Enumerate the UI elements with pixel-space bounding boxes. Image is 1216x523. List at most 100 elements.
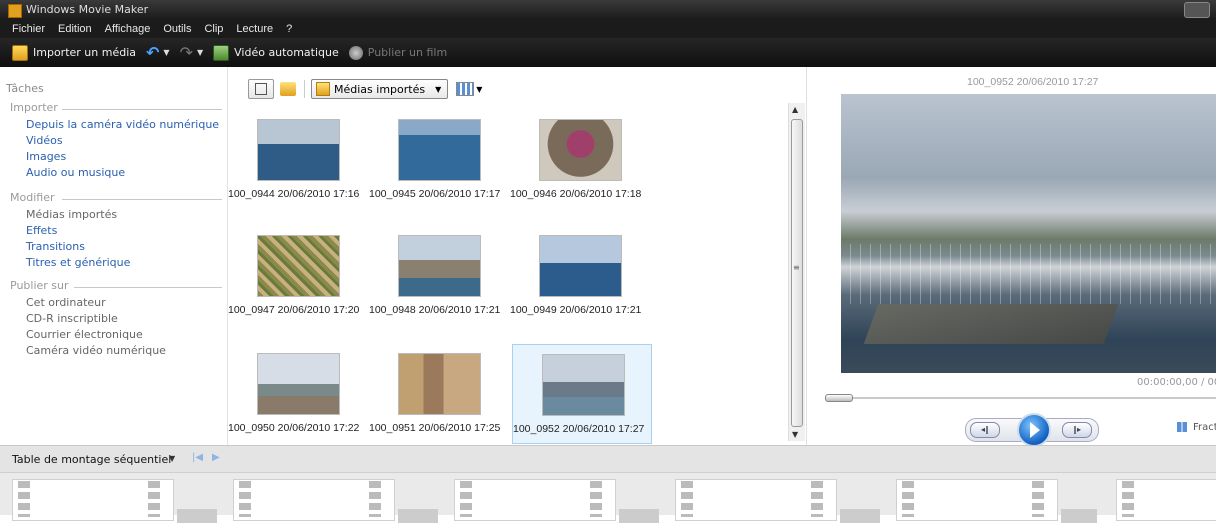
menu-bar: Fichier Edition Affichage Outils Clip Le… [0, 20, 1216, 38]
menu-fichier[interactable]: Fichier [12, 23, 45, 35]
playback-controls: ◂‖ ‖▸ [965, 413, 1099, 447]
storyboard-slot[interactable] [454, 479, 659, 523]
transition-slot[interactable] [177, 509, 217, 523]
auto-movie-button[interactable]: Vidéo automatique [213, 44, 339, 61]
storyboard-slot[interactable] [233, 479, 438, 523]
publish-movie-button[interactable]: Publier un film [348, 45, 448, 60]
clip-thumbnail [539, 119, 622, 181]
main-toolbar: Importer un média ↶ ▼ ↷ ▼ Vidéo automati… [0, 38, 1216, 67]
scroll-grip-icon: ≡ [793, 263, 800, 272]
clip-item[interactable]: 100_0948 20/06/2010 17:21 [369, 226, 509, 326]
menu-edition[interactable]: Edition [58, 23, 92, 35]
clip-thumbnail [542, 354, 625, 416]
view-mode-icon[interactable] [456, 82, 475, 96]
chevron-down-icon: ▼ [435, 84, 442, 94]
seek-knob[interactable] [825, 394, 853, 402]
window-button[interactable] [1184, 2, 1210, 18]
clip-item[interactable]: 100_0946 20/06/2010 17:18 [510, 110, 650, 210]
storyboard [0, 473, 1216, 523]
menu-lecture[interactable]: Lecture [236, 23, 273, 35]
seek-bar[interactable] [825, 394, 1216, 402]
task-publish-email[interactable]: Courrier électronique [10, 327, 222, 343]
window-title: Windows Movie Maker [26, 3, 149, 16]
split-label: Fract [1193, 422, 1216, 433]
task-publish-cdr[interactable]: CD-R inscriptible [10, 311, 222, 327]
scroll-down-icon[interactable]: ▼ [792, 430, 798, 439]
undo-icon[interactable]: ↶ [146, 43, 159, 62]
task-import-camera[interactable]: Depuis la caméra vidéo numérique [10, 117, 222, 133]
redo-dropdown-icon[interactable]: ▼ [197, 48, 203, 57]
storyboard-slot[interactable] [896, 479, 1097, 523]
storyboard-bar: Table de montage séquentiel ▼ |◀ ▶ [0, 445, 1216, 473]
undo-dropdown-icon[interactable]: ▼ [163, 48, 169, 57]
tasks-title: Tâches [6, 82, 44, 95]
import-media-button[interactable]: Importer un média [12, 44, 136, 61]
auto-movie-icon [213, 44, 230, 61]
import-media-label: Importer un média [33, 46, 136, 59]
menu-help[interactable]: ? [286, 23, 292, 35]
task-import-images[interactable]: Images [10, 149, 222, 165]
task-effects[interactable]: Effets [10, 223, 222, 239]
storyboard-slot[interactable] [675, 479, 880, 523]
play-storyboard-icon[interactable]: ▶ [212, 452, 220, 463]
storyboard-dropdown-icon[interactable]: ▼ [169, 454, 175, 463]
clip-item[interactable]: 100_0945 20/06/2010 17:17 [369, 110, 509, 210]
previous-frame-button[interactable]: ◂‖ [970, 422, 1000, 438]
preview-image [841, 94, 1216, 373]
tasks-pane: Tâches Importer Depuis la caméra vidéo n… [0, 67, 228, 445]
split-button[interactable]: Fract [1177, 422, 1216, 433]
play-button[interactable] [1017, 413, 1051, 447]
view-mode-dropdown-icon[interactable]: ▼ [476, 85, 482, 94]
clip-label: 100_0944 20/06/2010 17:16 [228, 188, 360, 200]
transition-slot[interactable] [1061, 509, 1097, 523]
collections-folder-icon[interactable] [280, 82, 296, 96]
clip-item[interactable]: 100_0944 20/06/2010 17:16 [228, 110, 368, 210]
preview-title: 100_0952 20/06/2010 17:27 [967, 76, 1099, 88]
scroll-up-icon[interactable]: ▲ [792, 105, 798, 114]
publish-movie-label: Publier un film [367, 46, 448, 59]
storyboard-slot[interactable] [12, 479, 217, 523]
task-transitions[interactable]: Transitions [10, 239, 222, 255]
storyboard-slot[interactable] [1116, 479, 1216, 521]
preview-monitor: 100_0952 20/06/2010 17:27 00:00:00,00 / … [806, 67, 1216, 447]
auto-movie-label: Vidéo automatique [234, 46, 339, 59]
clip-thumbnail [257, 119, 340, 181]
menu-outils[interactable]: Outils [163, 23, 191, 35]
collection-select[interactable]: Médias importés ▼ [311, 79, 449, 99]
menu-affichage[interactable]: Affichage [105, 23, 151, 35]
transition-slot[interactable] [619, 509, 659, 523]
clip-thumbnail [398, 119, 481, 181]
edit-group: Modifier Médias importés Effets Transiti… [10, 191, 222, 271]
split-icon [1177, 422, 1187, 432]
clip-label: 100_0946 20/06/2010 17:18 [510, 188, 642, 200]
task-imported-media[interactable]: Médias importés [10, 207, 222, 223]
transition-slot[interactable] [398, 509, 438, 523]
clip-thumbnail [539, 235, 622, 297]
storyboard-label[interactable]: Table de montage séquentiel [12, 453, 171, 466]
folder-icon [316, 82, 330, 96]
content-scrollbar[interactable]: ▲ ≡ ▼ [788, 103, 805, 441]
menu-clip[interactable]: Clip [204, 23, 223, 35]
clip-label: 100_0945 20/06/2010 17:17 [369, 188, 501, 200]
clip-item[interactable]: 100_0949 20/06/2010 17:21 [510, 226, 650, 326]
time-readout: 00:00:00,00 / 00:0 [1137, 377, 1216, 388]
transition-slot[interactable] [840, 509, 880, 523]
redo-icon[interactable]: ↷ [180, 43, 193, 62]
show-tasks-button[interactable] [248, 79, 274, 99]
next-frame-button[interactable]: ‖▸ [1062, 422, 1092, 438]
clip-item[interactable]: 100_0951 20/06/2010 17:25 [369, 344, 509, 444]
clip-item[interactable]: 100_0947 20/06/2010 17:20 [228, 226, 368, 326]
clip-item-selected[interactable]: 100_0952 20/06/2010 17:27 [512, 344, 652, 444]
rewind-storyboard-icon[interactable]: |◀ [192, 452, 203, 463]
task-import-audio[interactable]: Audio ou musique [10, 165, 222, 181]
task-publish-computer[interactable]: Cet ordinateur [10, 295, 222, 311]
task-titles[interactable]: Titres et générique [10, 255, 222, 271]
clip-label: 100_0947 20/06/2010 17:20 [228, 304, 360, 316]
scrollbar-thumb[interactable] [791, 119, 803, 427]
task-publish-camera[interactable]: Caméra vidéo numérique [10, 343, 222, 359]
publish-group: Publier sur Cet ordinateur CD-R inscript… [10, 279, 222, 359]
content-toolbar: Médias importés ▼ ▼ [248, 79, 482, 99]
task-import-videos[interactable]: Vidéos [10, 133, 222, 149]
clip-item[interactable]: 100_0950 20/06/2010 17:22 [228, 344, 368, 444]
clip-thumbnail [398, 353, 481, 415]
